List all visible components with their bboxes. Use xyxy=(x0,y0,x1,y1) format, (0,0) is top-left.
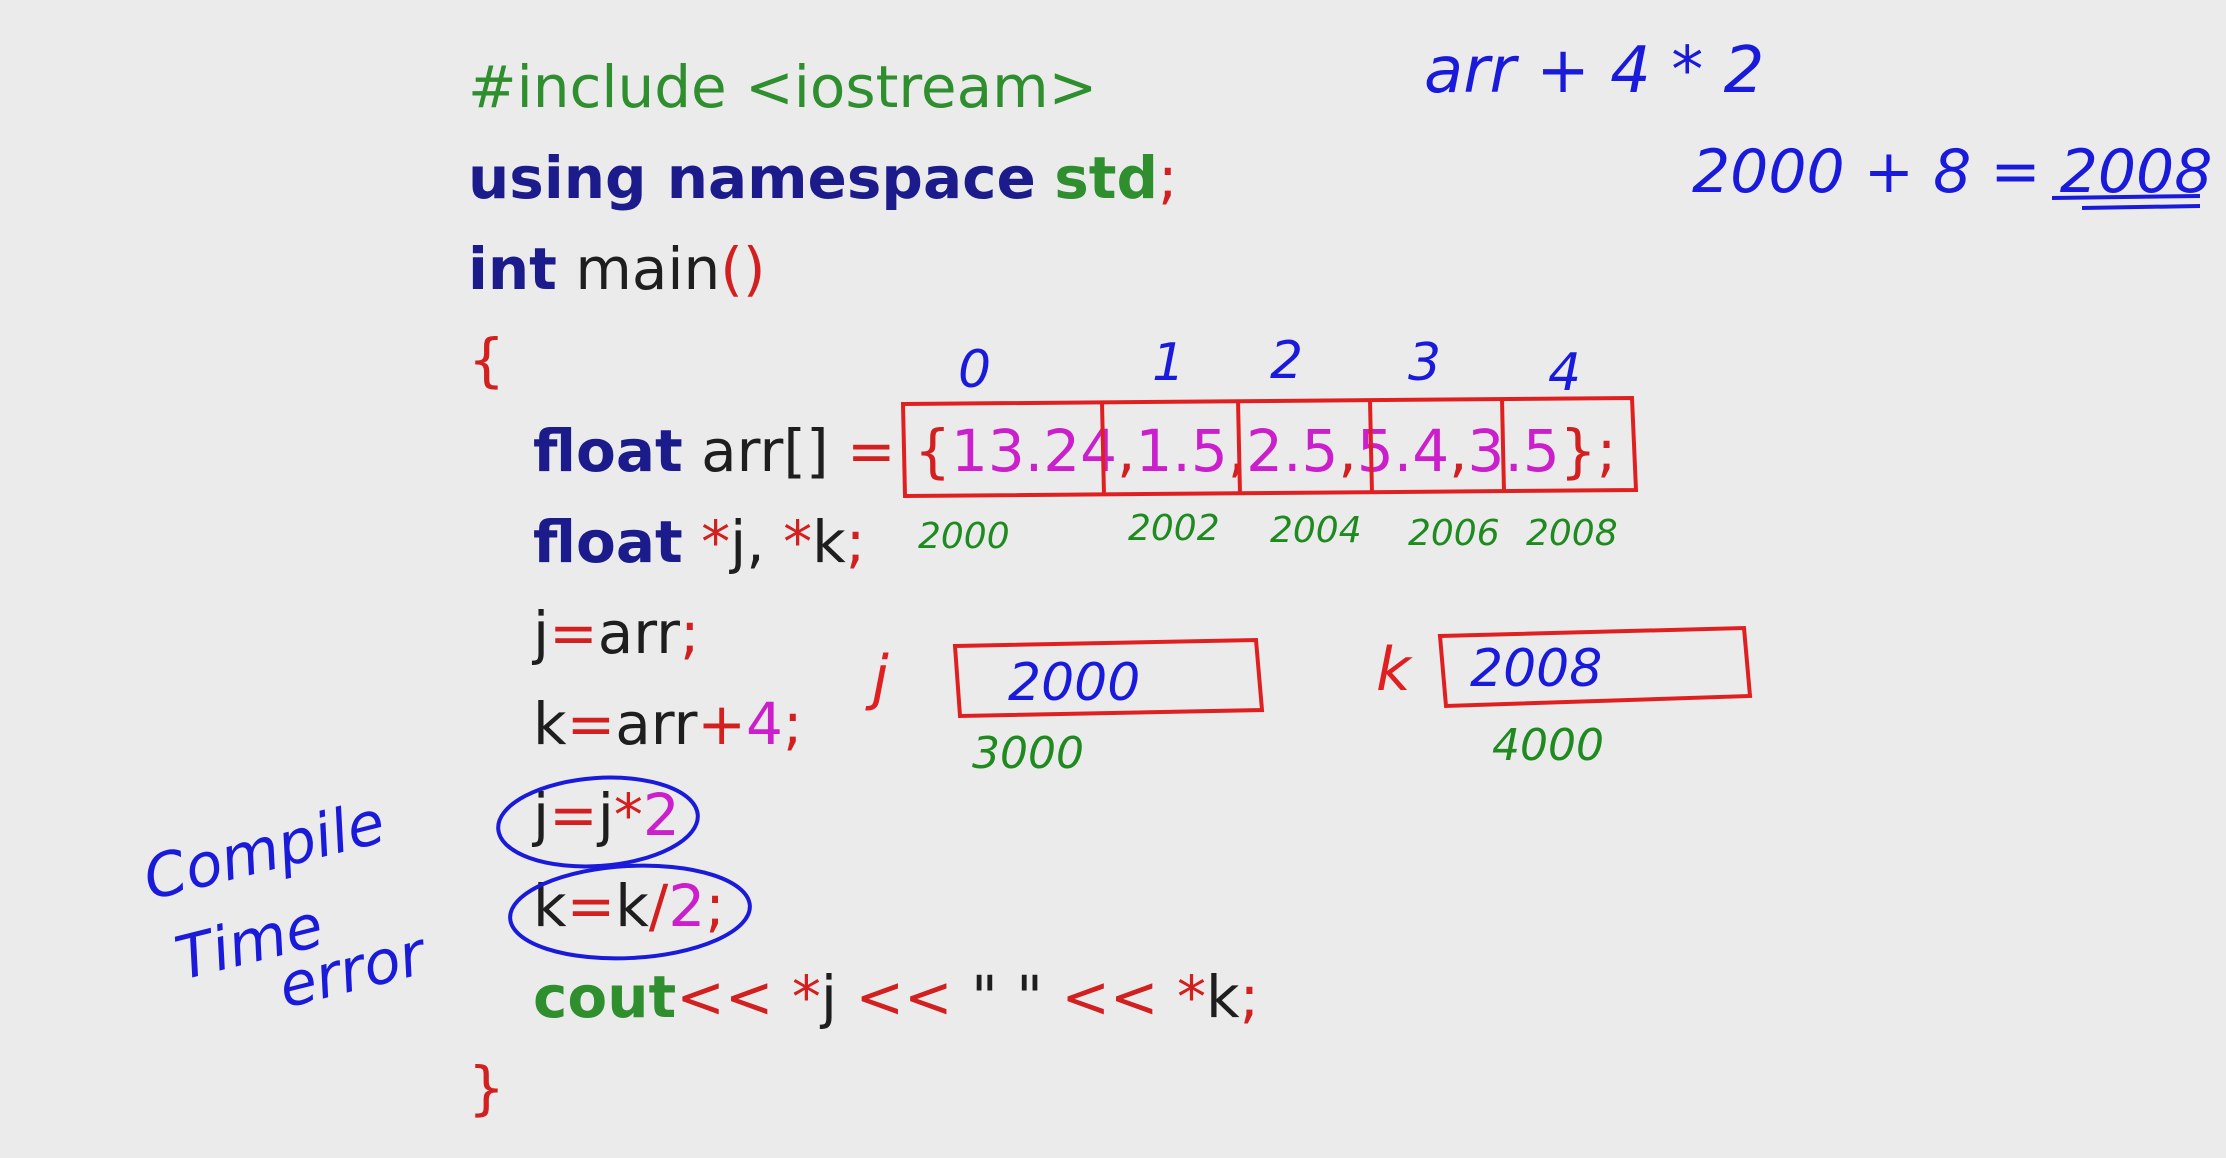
j-pointer-label: j xyxy=(865,643,889,713)
result-underline xyxy=(2051,194,2201,200)
j-pointer-address: 3000 xyxy=(972,728,1084,779)
k-pointer-address: 4000 xyxy=(1492,720,1604,771)
note-line: Compile xyxy=(137,787,392,914)
index-label: 1 xyxy=(1152,333,1185,393)
k-pointer-label: k xyxy=(1376,635,1413,705)
k-pointer-value: 2008 xyxy=(1470,639,1602,699)
address-label: 2000 xyxy=(918,516,1010,557)
formula-arr: arr + 4 * 2 xyxy=(1424,34,1764,108)
address-label: 2008 xyxy=(1526,513,1618,554)
handwriting-overlay: 0 1 2 3 4 2000 2002 2004 2006 2008 j 200… xyxy=(137,34,2213,1023)
index-label: 2 xyxy=(1270,331,1303,391)
index-label: 3 xyxy=(1408,333,1441,393)
error-circle xyxy=(508,863,752,961)
address-label: 2006 xyxy=(1408,513,1500,554)
address-label: 2004 xyxy=(1270,510,1362,551)
array-box xyxy=(900,395,1639,499)
index-label: 4 xyxy=(1548,343,1581,403)
index-label: 0 xyxy=(958,340,991,400)
error-circle xyxy=(496,775,700,869)
address-label: 2002 xyxy=(1128,508,1220,549)
j-pointer-value: 2000 xyxy=(1008,653,1140,713)
result-underline xyxy=(2081,204,2201,210)
